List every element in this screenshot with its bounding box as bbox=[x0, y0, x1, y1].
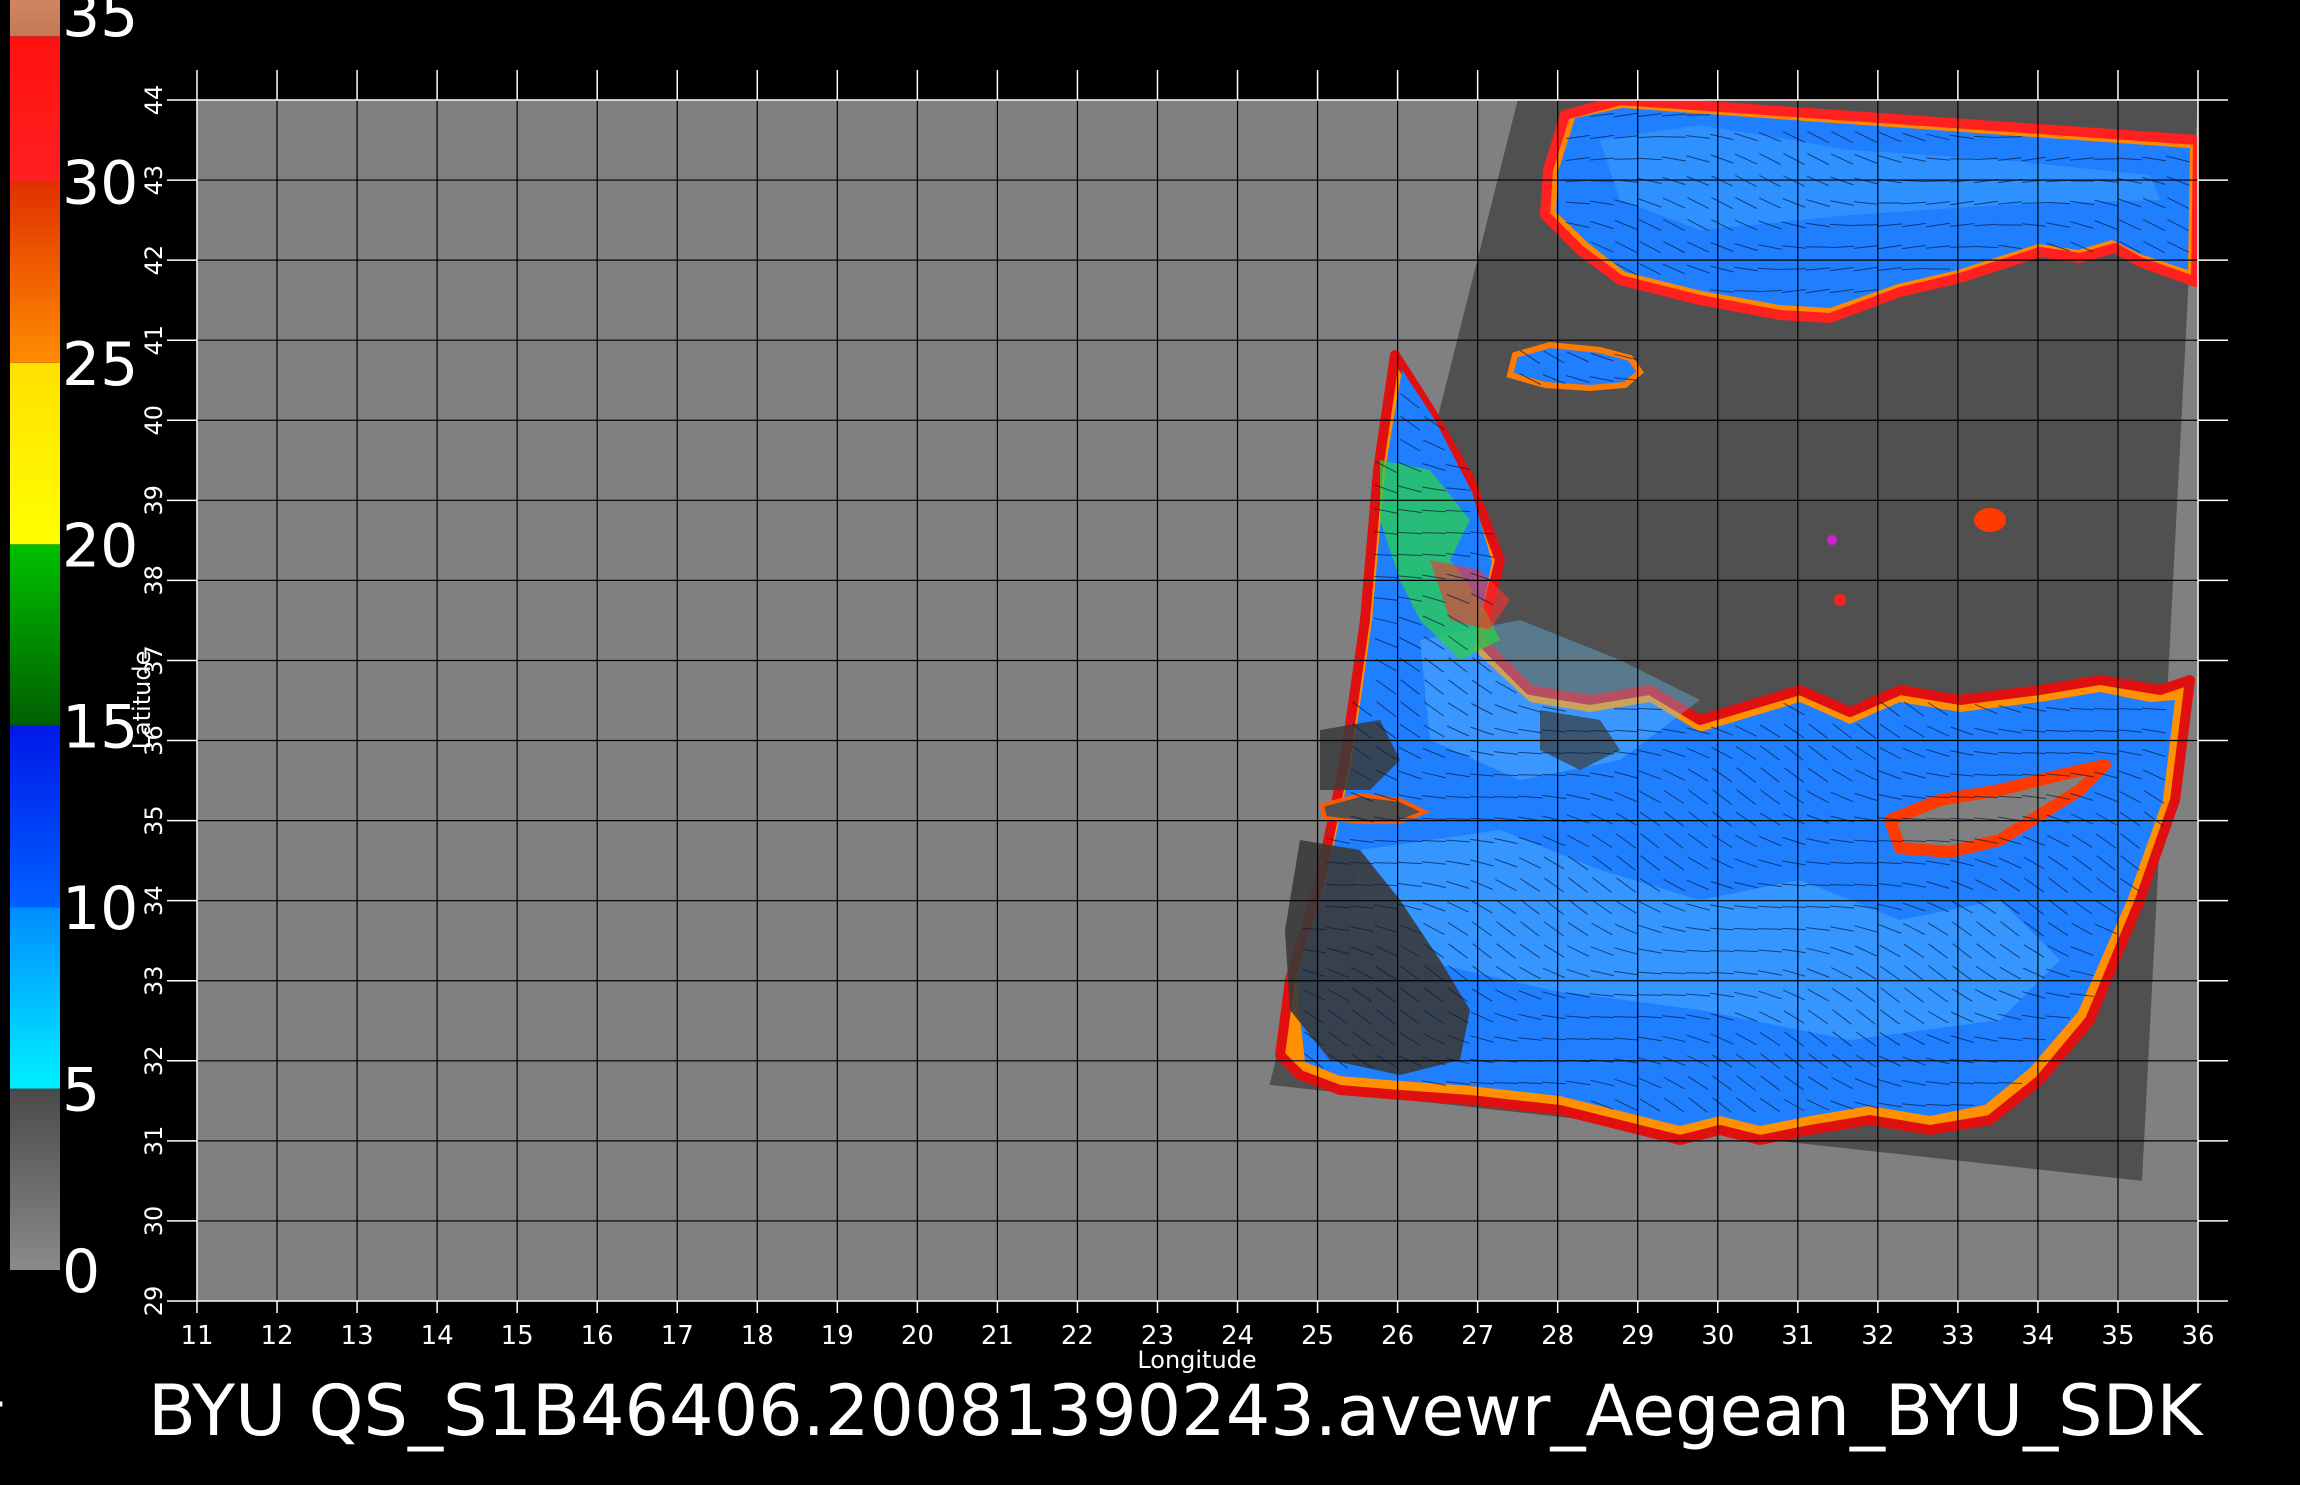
x-tick-label: 16 bbox=[581, 1321, 614, 1351]
wind-vector bbox=[2094, 159, 2118, 160]
colorbar-label: 10 bbox=[62, 874, 138, 944]
x-tick-label: 34 bbox=[2021, 1321, 2054, 1351]
x-tick-label: 35 bbox=[2101, 1321, 2134, 1351]
colorbar-label: 15 bbox=[62, 693, 138, 763]
image-title: BYU QS_S1B46406.20081390243.avewr_Aegean… bbox=[148, 1370, 2204, 1452]
x-tick-label: 28 bbox=[1541, 1321, 1574, 1351]
x-tick-label: 32 bbox=[1861, 1321, 1894, 1351]
y-tick-label: 32 bbox=[140, 1046, 168, 1077]
colorbar-labels: 35 30 25 20 15 10 5 0 bbox=[62, 0, 138, 1307]
y-tick-label: 30 bbox=[140, 1206, 168, 1237]
colorbar-segment bbox=[10, 726, 60, 907]
y-axis-label: Latitude bbox=[128, 651, 156, 750]
colorbar-segment bbox=[10, 36, 60, 181]
x-tick-label: 25 bbox=[1301, 1321, 1334, 1351]
y-tick-label: 29 bbox=[140, 1286, 168, 1317]
y-tick-label: 44 bbox=[140, 85, 168, 116]
colorbar-segment bbox=[10, 363, 60, 544]
colorbar-segment bbox=[10, 1089, 60, 1270]
y-tick-label: 35 bbox=[140, 805, 168, 836]
x-tick-label: 33 bbox=[1941, 1321, 1974, 1351]
wind-vector bbox=[1782, 269, 1806, 270]
x-tick-label: 29 bbox=[1621, 1321, 1654, 1351]
x-tick-label: 11 bbox=[180, 1321, 213, 1351]
magenta-dot bbox=[1827, 535, 1837, 545]
left-edge-mark: · bbox=[0, 1382, 7, 1428]
x-tick-label: 27 bbox=[1461, 1321, 1494, 1351]
x-tick-label: 20 bbox=[901, 1321, 934, 1351]
colorbar-label: 0 bbox=[62, 1237, 100, 1307]
red-dot bbox=[1834, 594, 1846, 606]
y-tick-label: 38 bbox=[140, 565, 168, 596]
x-tick-label: 26 bbox=[1381, 1321, 1414, 1351]
x-tick-label: 13 bbox=[341, 1321, 374, 1351]
colorbar-label: 30 bbox=[62, 148, 138, 218]
y-tick-label: 43 bbox=[140, 165, 168, 196]
colorbar-segment bbox=[10, 0, 60, 36]
y-tick-label: 34 bbox=[140, 885, 168, 916]
x-tick-label: 30 bbox=[1701, 1321, 1734, 1351]
x-tick-label: 36 bbox=[2181, 1321, 2214, 1351]
colorbar bbox=[10, 0, 60, 1270]
wind-vector bbox=[1662, 137, 1686, 138]
x-tick-label: 12 bbox=[260, 1321, 293, 1351]
colorbar-segment bbox=[10, 181, 60, 362]
figure-canvas: 35 30 25 20 15 10 5 0 11 12 13 bbox=[0, 0, 2300, 1480]
colorbar-label: 5 bbox=[62, 1056, 100, 1126]
y-tick-label: 41 bbox=[140, 325, 168, 356]
colorbar-label: 25 bbox=[62, 330, 138, 400]
x-tick-label: 31 bbox=[1781, 1321, 1814, 1351]
y-tick-label: 39 bbox=[140, 485, 168, 516]
x-tick-label: 22 bbox=[1061, 1321, 1094, 1351]
red-patch bbox=[1974, 508, 2006, 532]
x-tick-label: 19 bbox=[821, 1321, 854, 1351]
colorbar-segment bbox=[10, 544, 60, 725]
x-tick-label: 15 bbox=[501, 1321, 534, 1351]
wind-vector bbox=[1590, 181, 1614, 182]
scatterometer-map-figure: 35 30 25 20 15 10 5 0 11 12 13 bbox=[0, 0, 2300, 1480]
colorbar-label: 20 bbox=[62, 511, 138, 581]
x-tick-label: 18 bbox=[741, 1321, 774, 1351]
x-tick-label: 21 bbox=[981, 1321, 1014, 1351]
colorbar-segment bbox=[10, 907, 60, 1088]
x-tick-label: 17 bbox=[661, 1321, 694, 1351]
y-tick-label: 40 bbox=[140, 405, 168, 436]
y-tick-label: 31 bbox=[140, 1126, 168, 1157]
y-tick-label: 42 bbox=[140, 245, 168, 276]
x-tick-label: 14 bbox=[421, 1321, 454, 1351]
y-tick-label: 33 bbox=[140, 965, 168, 996]
colorbar-label: 35 bbox=[62, 0, 138, 51]
